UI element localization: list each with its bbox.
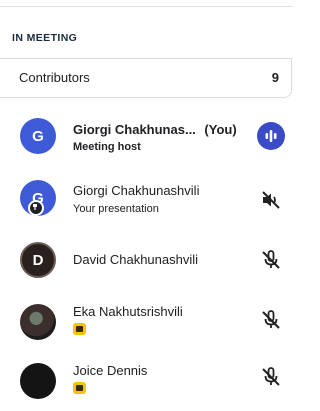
participant-row[interactable]: D David Chakhunashvili	[0, 232, 293, 288]
participant-role: Your presentation	[73, 203, 159, 215]
participant-role: Meeting host	[73, 141, 141, 153]
mic-muted-icon[interactable]	[259, 365, 283, 389]
avatar	[20, 304, 56, 340]
top-divider	[0, 6, 293, 7]
participant-name: Giorgi Chakhunashvili	[73, 183, 200, 198]
section-title: IN MEETING	[12, 32, 78, 44]
participant-row[interactable]: Eka Nakhutsrishvili	[0, 292, 293, 348]
folder-badge-icon	[73, 323, 86, 335]
presentation-icon	[28, 200, 44, 216]
participant-row[interactable]: G Giorgi Chakhunas... (You) Meeting host	[0, 108, 293, 164]
avatar	[20, 363, 56, 399]
participant-name: David Chakhunashvili	[73, 252, 199, 267]
contributors-header[interactable]: Contributors 9	[0, 58, 292, 98]
avatar: D	[20, 242, 56, 278]
participant-name: Eka Nakhutsrishvili	[73, 304, 183, 319]
participant-row[interactable]: G Giorgi Chakhunashvili Your presentatio…	[0, 170, 293, 226]
participant-name-text: Giorgi Chakhunas...	[73, 122, 196, 137]
participant-name: Joice Dennis	[73, 363, 148, 378]
participant-name: Giorgi Chakhunas... (You)	[73, 122, 237, 137]
speaking-indicator-icon	[257, 122, 285, 150]
participant-row[interactable]: Joice Dennis	[0, 355, 293, 411]
folder-badge-icon	[73, 382, 86, 394]
avatar: G	[20, 118, 56, 154]
mic-muted-icon[interactable]	[259, 248, 283, 272]
contributors-label: Contributors	[19, 70, 90, 85]
you-label: (You)	[204, 122, 237, 137]
mic-muted-icon[interactable]	[259, 308, 283, 332]
contributors-count: 9	[271, 70, 279, 85]
audio-muted-icon[interactable]	[259, 188, 283, 212]
